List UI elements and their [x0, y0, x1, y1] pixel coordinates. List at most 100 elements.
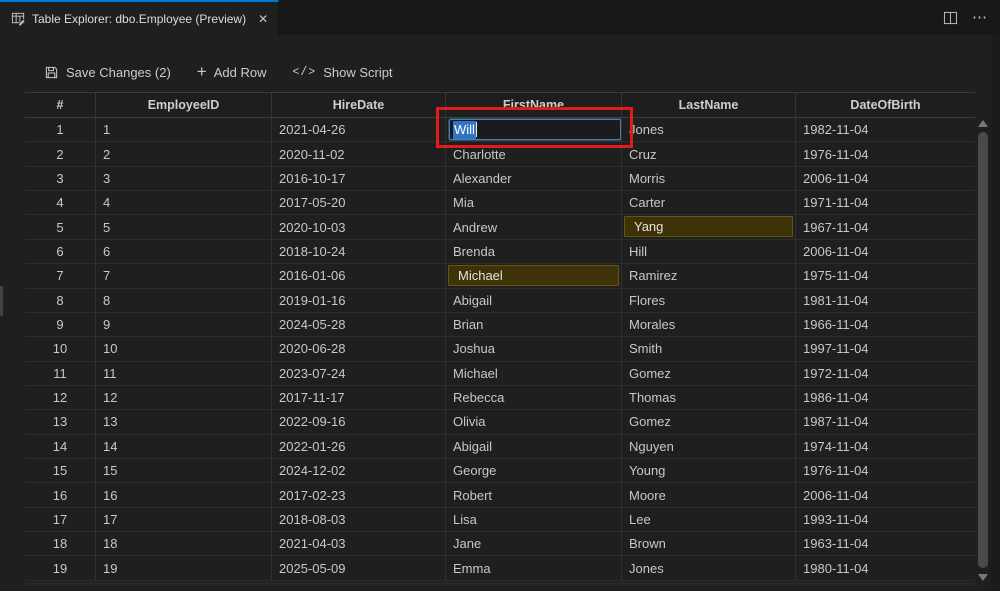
- cell-last-name[interactable]: Morris: [622, 166, 796, 192]
- cell-employee-id[interactable]: 3: [96, 166, 272, 192]
- cell-employee-id[interactable]: 13: [96, 410, 272, 435]
- column-header-firstname[interactable]: FirstName: [446, 93, 622, 117]
- cell-last-name[interactable]: Cruz: [622, 142, 796, 167]
- add-row-button[interactable]: + Add Row: [197, 63, 267, 80]
- cell-first-name[interactable]: Robert: [446, 483, 622, 508]
- cell-employee-id[interactable]: 1: [96, 118, 272, 143]
- cell-first-name[interactable]: Rebecca: [446, 385, 622, 411]
- cell-hire-date[interactable]: 2024-05-28: [272, 312, 446, 338]
- cell-last-name[interactable]: Ramirez: [622, 264, 796, 289]
- cell-date-of-birth[interactable]: 1972-11-04: [796, 362, 975, 386]
- cell-date-of-birth[interactable]: 2006-11-04: [796, 167, 975, 192]
- cell-first-name[interactable]: Brenda: [446, 239, 622, 265]
- cell-date-of-birth[interactable]: 1975-11-04: [796, 264, 975, 289]
- cell-employee-id[interactable]: 6: [96, 239, 272, 265]
- cell-row-number[interactable]: 6: [25, 239, 96, 265]
- cell-date-of-birth[interactable]: 1986-11-04: [796, 386, 975, 411]
- cell-first-name[interactable]: Will: [446, 118, 622, 143]
- scrollbar-thumb[interactable]: [978, 132, 988, 568]
- cell-last-name[interactable]: Nguyen: [622, 434, 796, 460]
- cell-row-number[interactable]: 12: [25, 385, 96, 411]
- cell-last-name[interactable]: Gomez: [622, 361, 796, 386]
- cell-employee-id[interactable]: 8: [96, 288, 272, 313]
- cell-row-number[interactable]: 1: [25, 118, 96, 143]
- cell-editor-input[interactable]: Will: [449, 119, 621, 141]
- cell-date-of-birth[interactable]: 1966-11-04: [796, 313, 975, 338]
- cell-first-name[interactable]: Emma: [446, 556, 622, 581]
- cell-first-name[interactable]: Brian: [446, 312, 622, 338]
- cell-first-name[interactable]: Alexander: [446, 166, 622, 192]
- cell-employee-id[interactable]: 14: [96, 434, 272, 460]
- cell-first-name[interactable]: Lisa: [446, 507, 622, 533]
- cell-first-name[interactable]: George: [446, 459, 622, 484]
- cell-hire-date[interactable]: 2020-11-02: [272, 142, 446, 167]
- cell-date-of-birth[interactable]: 1982-11-04: [796, 118, 975, 143]
- cell-date-of-birth[interactable]: 1993-11-04: [796, 508, 975, 533]
- cell-last-name[interactable]: Hill: [622, 239, 796, 265]
- cell-date-of-birth[interactable]: 1987-11-04: [796, 410, 975, 435]
- cell-first-name[interactable]: Michael: [446, 361, 622, 386]
- cell-date-of-birth[interactable]: 1976-11-04: [796, 142, 975, 167]
- cell-hire-date[interactable]: 2021-04-26: [272, 118, 446, 143]
- cell-hire-date[interactable]: 2024-12-02: [272, 459, 446, 484]
- cell-last-name[interactable]: Smith: [622, 337, 796, 362]
- cell-last-name[interactable]: Lee: [622, 507, 796, 533]
- cell-employee-id[interactable]: 5: [96, 215, 272, 240]
- cell-last-name[interactable]: Morales: [622, 312, 796, 338]
- cell-date-of-birth[interactable]: 1976-11-04: [796, 459, 975, 484]
- cell-employee-id[interactable]: 17: [96, 507, 272, 533]
- cell-hire-date[interactable]: 2021-04-03: [272, 532, 446, 557]
- cell-date-of-birth[interactable]: 1967-11-04: [796, 215, 975, 240]
- cell-date-of-birth[interactable]: 1980-11-04: [796, 556, 975, 581]
- cell-date-of-birth[interactable]: 1997-11-04: [796, 337, 975, 362]
- cell-row-number[interactable]: 11: [25, 361, 96, 386]
- cell-first-name[interactable]: Abigail: [446, 288, 622, 313]
- column-header-employeeid[interactable]: EmployeeID: [96, 93, 272, 117]
- cell-last-name[interactable]: Moore: [622, 483, 796, 508]
- cell-date-of-birth[interactable]: 1963-11-04: [796, 532, 975, 557]
- cell-row-number[interactable]: 16: [25, 483, 96, 508]
- column-header-lastname[interactable]: LastName: [622, 93, 796, 117]
- cell-last-name[interactable]: Young: [622, 459, 796, 484]
- cell-date-of-birth[interactable]: 1971-11-04: [796, 191, 975, 216]
- cell-hire-date[interactable]: 2018-10-24: [272, 239, 446, 265]
- cell-row-number[interactable]: 8: [25, 288, 96, 313]
- save-changes-button[interactable]: Save Changes (2): [44, 65, 171, 80]
- cell-first-name[interactable]: Joshua: [446, 337, 622, 362]
- cell-first-name[interactable]: Olivia: [446, 410, 622, 435]
- cell-hire-date[interactable]: 2020-06-28: [272, 337, 446, 362]
- cell-employee-id[interactable]: 2: [96, 142, 272, 167]
- cell-employee-id[interactable]: 18: [96, 532, 272, 557]
- show-script-button[interactable]: </> Show Script: [292, 65, 392, 80]
- cell-employee-id[interactable]: 16: [96, 483, 272, 508]
- cell-employee-id[interactable]: 4: [96, 191, 272, 216]
- cell-row-number[interactable]: 15: [25, 459, 96, 484]
- cell-hire-date[interactable]: 2018-08-03: [272, 507, 446, 533]
- cell-employee-id[interactable]: 19: [96, 556, 272, 581]
- scroll-up-icon[interactable]: [978, 120, 988, 127]
- cell-row-number[interactable]: 14: [25, 434, 96, 460]
- cell-row-number[interactable]: 7: [25, 264, 96, 289]
- cell-employee-id[interactable]: 12: [96, 385, 272, 411]
- cell-date-of-birth[interactable]: 1981-11-04: [796, 289, 975, 313]
- vertical-scrollbar[interactable]: [975, 118, 991, 583]
- cell-row-number[interactable]: 18: [25, 532, 96, 557]
- cell-hire-date[interactable]: 2023-07-24: [272, 361, 446, 386]
- cell-hire-date[interactable]: 2019-01-16: [272, 288, 446, 313]
- cell-last-name[interactable]: Yang: [622, 215, 796, 240]
- cell-row-number[interactable]: 17: [25, 507, 96, 533]
- cell-hire-date[interactable]: 2022-09-16: [272, 410, 446, 435]
- cell-row-number[interactable]: 10: [25, 337, 96, 362]
- horizontal-scrollbar-track[interactable]: [25, 582, 975, 585]
- cell-hire-date[interactable]: 2016-10-17: [272, 166, 446, 192]
- cell-employee-id[interactable]: 10: [96, 337, 272, 362]
- cell-hire-date[interactable]: 2017-11-17: [272, 385, 446, 411]
- cell-first-name[interactable]: Abigail: [446, 434, 622, 460]
- column-header-dateofbirth[interactable]: DateOfBirth: [796, 93, 975, 117]
- ellipsis-icon[interactable]: ⋯: [972, 10, 988, 25]
- cell-date-of-birth[interactable]: 2006-11-04: [796, 240, 975, 265]
- cell-last-name[interactable]: Brown: [622, 532, 796, 557]
- cell-row-number[interactable]: 19: [25, 556, 96, 581]
- column-header-hiredate[interactable]: HireDate: [272, 93, 446, 117]
- cell-row-number[interactable]: 13: [25, 410, 96, 435]
